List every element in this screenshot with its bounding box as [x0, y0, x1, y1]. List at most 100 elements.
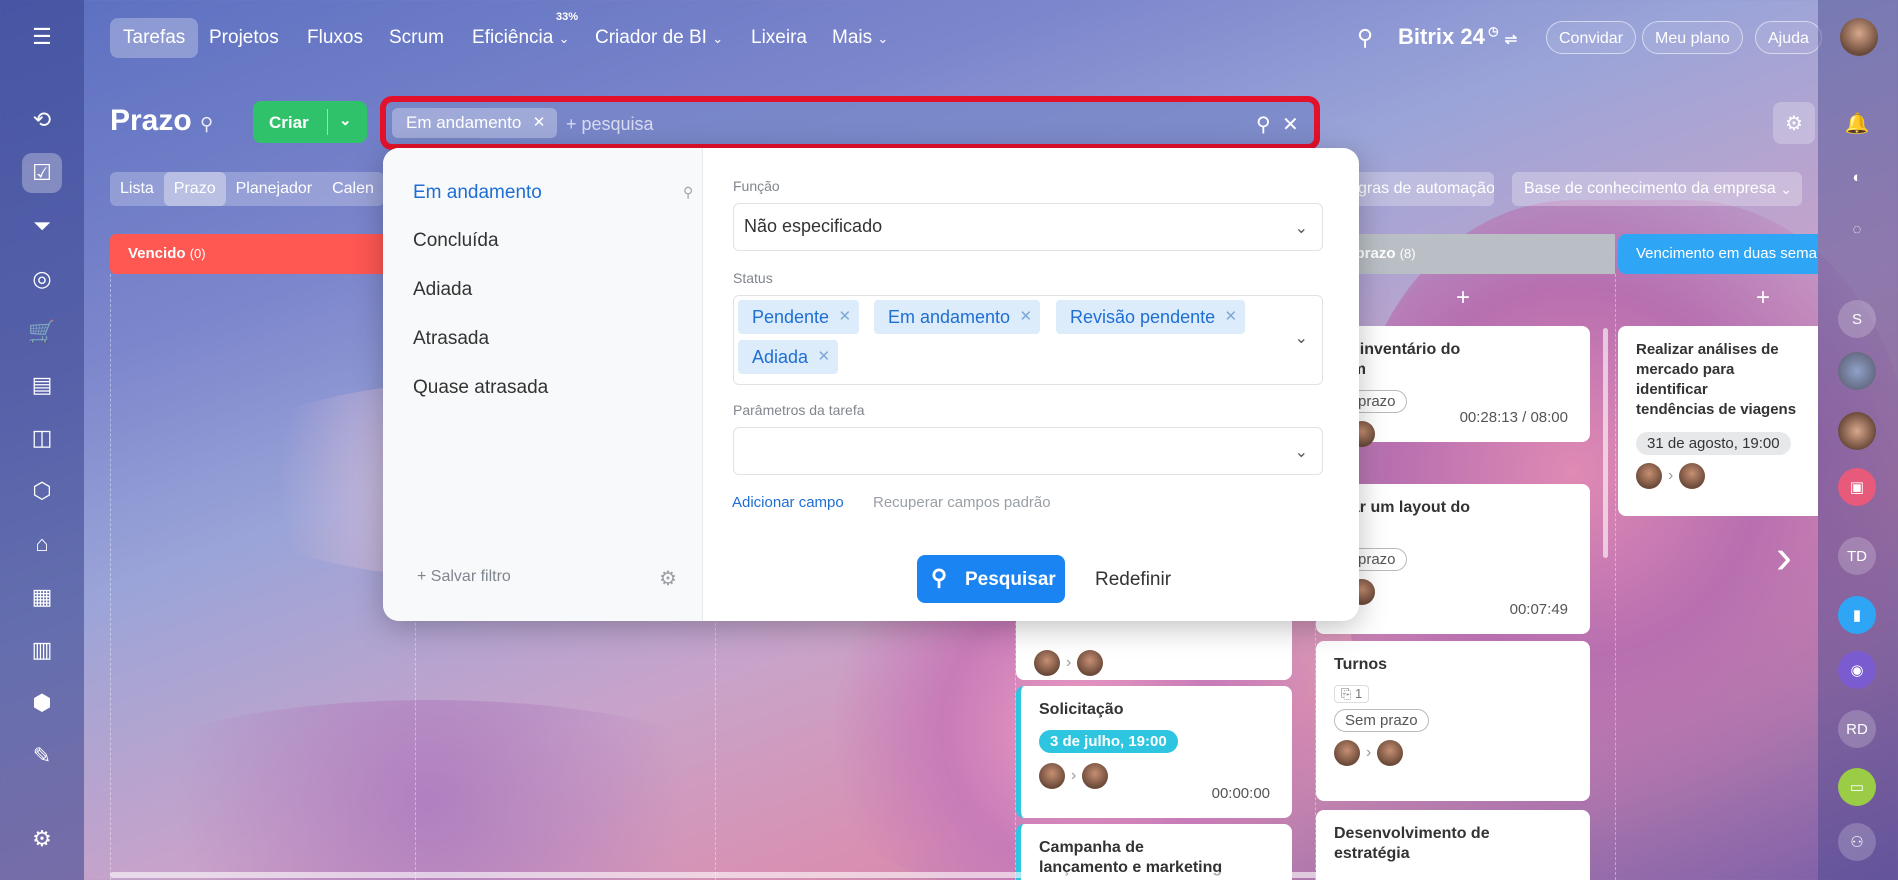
invite-button[interactable]: Convidar — [1546, 21, 1637, 54]
status-tag[interactable]: Adiada ✕ — [738, 340, 839, 374]
close-icon[interactable]: ✕ — [533, 108, 546, 138]
status-select[interactable]: Pendente ✕ Em andamento ✕ Revisão pendente… — [733, 295, 1323, 385]
document-icon[interactable]: ✎ — [22, 736, 62, 776]
reset-button[interactable]: Redefinir — [1095, 569, 1171, 591]
nav-efficiency[interactable]: Eficiência ⌄ — [459, 18, 583, 58]
pin-icon[interactable]: ⚲ — [683, 184, 693, 201]
avatar[interactable] — [1077, 650, 1104, 676]
search-input[interactable]: + pesquisa — [566, 114, 654, 135]
target-icon[interactable]: ◎ — [22, 259, 62, 299]
add-task-icon[interactable]: + — [1756, 284, 1770, 312]
funnel-icon[interactable]: ⏷ — [22, 206, 62, 246]
preset-overdue[interactable]: Atrasada — [413, 328, 489, 350]
plus-icon: + — [417, 568, 431, 585]
nav-flows[interactable]: Fluxos — [294, 18, 376, 58]
hexagon-icon[interactable]: ⬢ — [22, 683, 62, 723]
pin-icon[interactable]: ⚲ — [200, 114, 213, 135]
filter-chip[interactable]: Em andamento ✕ — [392, 108, 558, 138]
save-filter-button[interactable]: + Salvar filtro — [417, 568, 511, 586]
avatar[interactable] — [1039, 763, 1065, 789]
robot-icon[interactable]: ◫ — [22, 418, 62, 458]
close-icon[interactable]: ✕ — [1225, 300, 1238, 334]
close-icon[interactable]: ✕ — [817, 340, 830, 374]
nav-scrum[interactable]: Scrum — [376, 18, 457, 58]
analytics-icon[interactable]: ▥ — [22, 630, 62, 670]
calendar-icon[interactable]: ▦ — [22, 577, 62, 617]
avatar-td[interactable]: TD — [1838, 537, 1876, 575]
preset-almost-overdue[interactable]: Quase atrasada — [413, 377, 548, 399]
nav-bi-builder[interactable]: Criador de BI ⌄ — [582, 18, 736, 58]
search-icon[interactable]: ⚲ — [1357, 25, 1373, 51]
contact-icon[interactable]: ▣ — [1838, 468, 1876, 506]
task-card[interactable]: Realizar análises de mercado para identi… — [1618, 326, 1818, 516]
role-select[interactable]: Não especificado ⌄ — [733, 203, 1323, 251]
store-icon[interactable]: ⌂ — [22, 524, 62, 564]
avatar-photo[interactable] — [1838, 412, 1876, 450]
box-icon[interactable]: ⬡ — [22, 471, 62, 511]
tasks-icon[interactable]: ☑ — [22, 153, 62, 193]
create-button[interactable]: Criar ⌄ — [253, 101, 367, 143]
task-card[interactable]: Desenvolvimento de estratégia — [1316, 810, 1590, 880]
restore-fields-link[interactable]: Recuperar campos padrão — [873, 494, 1051, 511]
brand-name: Bitrix 24 — [1398, 24, 1485, 49]
search-icon[interactable]: ⚲ — [1256, 112, 1271, 137]
preset-deferred[interactable]: Adiada — [413, 279, 472, 301]
nav-more[interactable]: Mais ⌄ — [819, 18, 901, 58]
avatar[interactable] — [1636, 463, 1662, 489]
status-tag[interactable]: Em andamento ✕ — [874, 300, 1041, 334]
task-params-select[interactable]: ⌄ — [733, 427, 1323, 475]
status-tag[interactable]: Pendente ✕ — [738, 300, 860, 334]
gear-icon[interactable]: ⚙ — [1773, 102, 1815, 144]
horizontal-scrollbar[interactable] — [110, 872, 1590, 878]
task-card[interactable]: Turnos ⎘ 1 Sem prazo › — [1316, 641, 1590, 801]
user-avatar[interactable] — [1840, 18, 1878, 56]
add-field-link[interactable]: Adicionar campo — [732, 494, 844, 511]
avatar-s[interactable]: S — [1838, 300, 1876, 338]
next-arrow-icon[interactable]: › — [1776, 530, 1792, 585]
tab-calendar[interactable]: Calen — [322, 172, 384, 206]
automation-rules-button[interactable]: gras de automação — [1346, 172, 1494, 206]
knowledge-base-button[interactable]: Base de conhecimento da empresa ⌄ — [1512, 172, 1802, 206]
chevron-down-icon[interactable]: ⌄ — [339, 111, 352, 129]
avatar[interactable] — [1377, 740, 1404, 766]
close-icon[interactable]: ✕ — [1020, 300, 1033, 334]
gear-icon[interactable]: ⚙ — [659, 566, 677, 591]
help-button[interactable]: Ajuda — [1755, 21, 1822, 54]
column-no-deadline: m prazo (8) — [1320, 234, 1615, 274]
bookmark-icon[interactable]: ▮ — [1838, 596, 1876, 634]
menu-icon[interactable]: ☰ — [22, 17, 62, 57]
avatar[interactable] — [1034, 650, 1060, 676]
avatar[interactable] — [1082, 763, 1109, 789]
task-card[interactable]: Solicitação 3 de julho, 19:00 › 00:00:00 — [1016, 686, 1292, 818]
nav-projects[interactable]: Projetos — [196, 18, 292, 58]
chat-bubble-icon[interactable]: ▭ — [1838, 768, 1876, 806]
vertical-scrollbar[interactable] — [1603, 328, 1608, 558]
settings-icon[interactable]: ⚙ — [22, 819, 62, 859]
search-filter-bar[interactable]: Em andamento ✕ + pesquisa ⚲ ✕ — [380, 96, 1320, 150]
card-icon[interactable]: ▤ — [22, 365, 62, 405]
nav-trash[interactable]: Lixeira — [738, 18, 820, 58]
status-tag[interactable]: Revisão pendente ✕ — [1056, 300, 1246, 334]
avatar-rd[interactable]: RD — [1838, 710, 1876, 748]
copilot-icon[interactable]: ◐ — [1838, 158, 1876, 196]
preset-in-progress[interactable]: Em andamento — [413, 182, 542, 204]
people-icon[interactable]: ⚇ — [1838, 823, 1876, 861]
avatar[interactable] — [1679, 463, 1706, 489]
preset-completed[interactable]: Concluída — [413, 230, 499, 252]
tab-deadline[interactable]: Prazo — [163, 172, 226, 206]
close-icon[interactable]: ✕ — [1282, 112, 1299, 137]
search-button[interactable]: ⚲ Pesquisar — [917, 555, 1065, 603]
feed-icon[interactable]: ⟲ — [22, 100, 62, 140]
add-task-icon[interactable]: + — [1456, 284, 1470, 312]
tab-planner[interactable]: Planejador — [226, 172, 323, 206]
tab-list[interactable]: Lista — [110, 172, 164, 206]
group-icon[interactable]: ◉ — [1838, 651, 1876, 689]
avatar-photo[interactable] — [1838, 352, 1876, 390]
my-plan-button[interactable]: Meu plano — [1642, 21, 1743, 54]
avatar[interactable] — [1334, 740, 1360, 766]
nav-tasks[interactable]: Tarefas — [110, 18, 199, 58]
cart-icon[interactable]: 🛒 — [22, 312, 62, 352]
chat-icon[interactable]: ◌ — [1838, 210, 1876, 248]
bell-icon[interactable]: 🔔 — [1838, 104, 1876, 142]
close-icon[interactable]: ✕ — [839, 300, 852, 334]
